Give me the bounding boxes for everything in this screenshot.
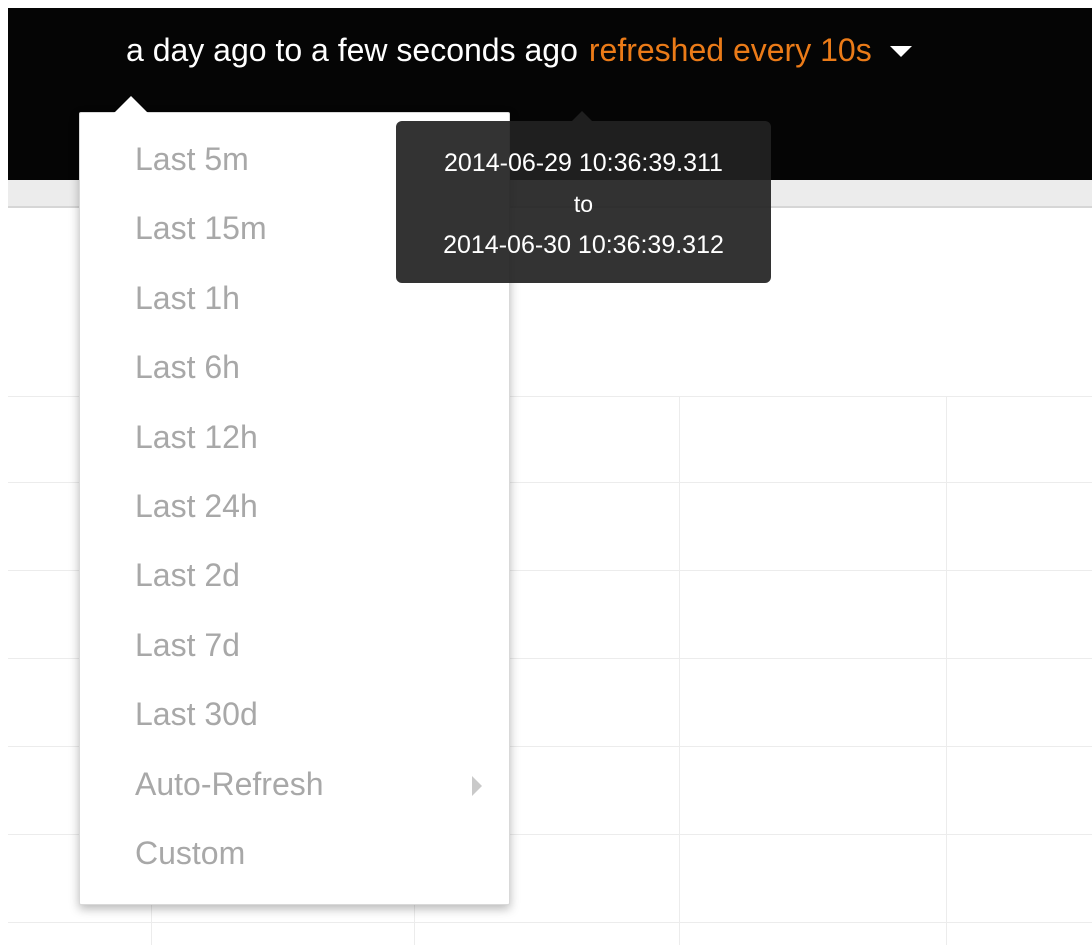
time-range-tooltip: 2014-06-29 10:36:39.311 to 2014-06-30 10…	[396, 121, 771, 283]
grid-line	[679, 396, 680, 945]
time-range-label: a day ago to a few seconds ago	[126, 31, 578, 68]
menu-item-auto-refresh-label: Auto-Refresh	[135, 765, 324, 802]
caret-right-icon	[472, 775, 482, 796]
tooltip-to: 2014-06-30 10:36:39.312	[443, 231, 724, 259]
menu-item-last-7d[interactable]: Last 7d	[80, 611, 509, 680]
tooltip-separator: to	[573, 191, 594, 217]
dropdown-pointer	[114, 96, 148, 113]
menu-item-custom[interactable]: Custom	[80, 819, 509, 888]
menu-item-last-2d[interactable]: Last 2d	[80, 541, 509, 610]
tooltip-from: 2014-06-29 10:36:39.311	[444, 149, 723, 177]
time-range-toggle[interactable]: a day ago to a few seconds ago refreshed…	[126, 28, 912, 72]
caret-down-icon[interactable]	[889, 45, 912, 57]
page: a day ago to a few seconds ago refreshed…	[0, 0, 1092, 945]
grid-line	[946, 396, 947, 945]
tooltip-pointer	[572, 111, 592, 121]
grid-line	[8, 922, 1092, 923]
menu-item-last-30d[interactable]: Last 30d	[80, 680, 509, 749]
menu-item-auto-refresh[interactable]: Auto-Refresh	[80, 750, 509, 819]
menu-item-last-24h[interactable]: Last 24h	[80, 472, 509, 541]
menu-item-last-12h[interactable]: Last 12h	[80, 403, 509, 472]
menu-item-last-6h[interactable]: Last 6h	[80, 333, 509, 402]
refresh-interval-label: refreshed every 10s	[588, 31, 872, 68]
